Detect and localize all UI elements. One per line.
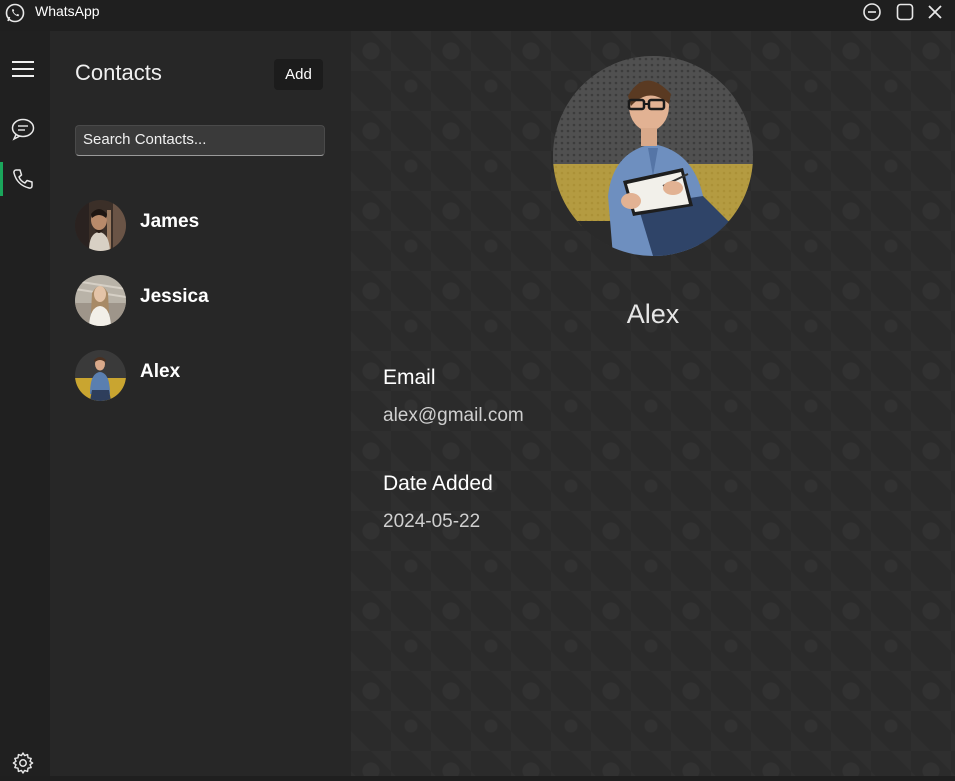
close-icon[interactable] bbox=[924, 1, 946, 23]
app-title: WhatsApp bbox=[35, 3, 100, 19]
minimize-icon[interactable] bbox=[861, 1, 883, 23]
contact-list-item[interactable]: James bbox=[75, 200, 325, 252]
contacts-panel: Contacts Add Search Contacts... James Je… bbox=[50, 31, 351, 776]
contact-name: James bbox=[140, 211, 200, 232]
email-value: alex@gmail.com bbox=[383, 405, 524, 426]
maximize-icon[interactable] bbox=[894, 1, 916, 23]
add-contact-button[interactable]: Add bbox=[274, 59, 323, 90]
menu-icon bbox=[12, 61, 34, 77]
contact-detail-name: Alex bbox=[626, 299, 680, 329]
contact-list-item[interactable]: Jessica bbox=[75, 275, 325, 327]
profile-photo bbox=[553, 56, 753, 256]
contacts-title: Contacts bbox=[75, 60, 162, 85]
title-bar: WhatsApp bbox=[0, 0, 955, 31]
avatar bbox=[75, 275, 126, 326]
calls-nav-button[interactable] bbox=[0, 161, 50, 197]
date-added-value: 2024-05-22 bbox=[383, 511, 481, 532]
contact-name: Jessica bbox=[140, 286, 209, 307]
email-label: Email bbox=[383, 366, 436, 389]
contact-detail-pane: Alex Email alex@gmail.com Date Added 202… bbox=[351, 31, 955, 776]
whatsapp-logo-icon bbox=[5, 3, 25, 23]
date-added-label: Date Added bbox=[383, 472, 493, 495]
chat-icon bbox=[11, 118, 35, 141]
contact-name: Alex bbox=[140, 361, 181, 382]
nav-rail bbox=[0, 31, 50, 776]
gear-icon bbox=[12, 752, 34, 774]
avatar bbox=[75, 350, 126, 401]
avatar bbox=[75, 200, 126, 251]
search-contacts-input[interactable]: Search Contacts... bbox=[75, 125, 325, 156]
contact-list-item[interactable]: Alex bbox=[75, 350, 325, 402]
chats-nav-button[interactable] bbox=[0, 111, 50, 147]
menu-button[interactable] bbox=[0, 51, 50, 87]
phone-icon bbox=[13, 169, 33, 189]
